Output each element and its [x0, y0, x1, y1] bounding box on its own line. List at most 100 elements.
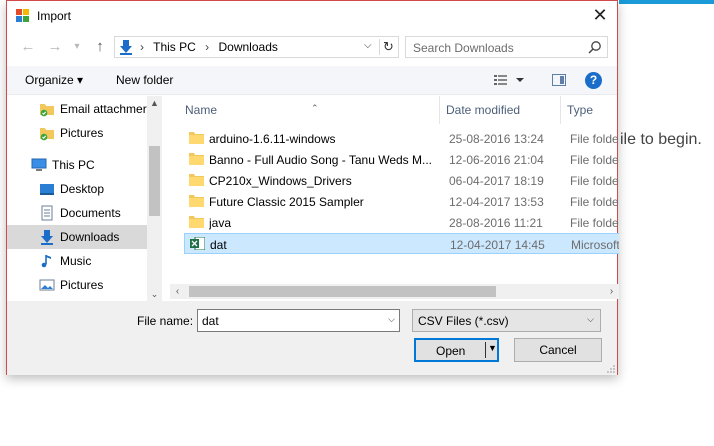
- desktop-icon: [40, 184, 54, 195]
- scrollbar-thumb[interactable]: [189, 286, 496, 297]
- search-box[interactable]: Search Downloads: [405, 36, 608, 58]
- column-divider[interactable]: [560, 96, 561, 124]
- documents-icon: [41, 205, 53, 221]
- preview-pane-icon[interactable]: [552, 74, 566, 86]
- nav-item-desktop[interactable]: Desktop: [7, 178, 147, 200]
- split-divider: [485, 342, 486, 358]
- file-row-selected[interactable]: dat 12-04-2017 14:45 Microsoft: [184, 233, 619, 254]
- breadcrumb-separator: ›: [205, 40, 210, 54]
- open-options-chevron-icon[interactable]: ▼: [488, 343, 497, 353]
- nav-item-this-pc[interactable]: This PC: [7, 154, 147, 176]
- file-name: java: [209, 216, 232, 230]
- file-date: 28-08-2016 11:21: [449, 216, 543, 230]
- computer-icon: [31, 158, 47, 171]
- download-arrow-icon: [120, 40, 132, 55]
- music-note-icon: [41, 255, 51, 268]
- file-type: Microsoft: [571, 238, 619, 252]
- search-icon: [588, 41, 601, 54]
- refresh-icon[interactable]: ↻: [379, 39, 397, 55]
- file-row[interactable]: Future Classic 2015 Sampler 12-04-2017 1…: [184, 191, 619, 212]
- folder-icon: [189, 153, 204, 165]
- excel-file-icon: [190, 237, 205, 250]
- file-row[interactable]: CP210x_Windows_Drivers 06-04-2017 18:19 …: [184, 170, 619, 191]
- file-name: arduino-1.6.11-windows: [209, 132, 336, 146]
- nav-item-label: Email attachmer: [60, 102, 147, 116]
- folder-icon: [189, 174, 204, 186]
- chevron-down-icon[interactable]: ⌵: [388, 314, 395, 325]
- folder-icon: [189, 132, 204, 144]
- scroll-down-arrow-icon[interactable]: ⌄: [147, 287, 162, 301]
- cancel-button[interactable]: Cancel: [514, 338, 602, 362]
- file-name-field[interactable]: dat ⌵: [197, 309, 400, 332]
- open-button[interactable]: Open ▼: [414, 338, 499, 362]
- scroll-up-arrow-icon[interactable]: ▲: [147, 96, 162, 110]
- nav-pane-scrollbar[interactable]: ▲ ⌄: [147, 96, 162, 301]
- search-placeholder: Search Downloads: [413, 41, 514, 55]
- up-arrow-icon[interactable]: ↑: [90, 37, 110, 57]
- file-row[interactable]: java 28-08-2016 11:21 File folder: [184, 212, 619, 233]
- nav-item-email-attachments[interactable]: Email attachmer: [7, 98, 147, 120]
- title-bar[interactable]: Import ✕: [7, 1, 617, 31]
- dialog-title: Import: [37, 9, 72, 23]
- nav-item-pictures[interactable]: Pictures: [7, 274, 147, 296]
- file-list: ⌃ Name Date modified Type arduino-1.6.11…: [180, 96, 619, 301]
- breadcrumb: › This PC › Downloads: [140, 40, 284, 54]
- back-arrow-icon[interactable]: ←: [18, 37, 38, 57]
- resize-grip-icon[interactable]: [607, 365, 615, 373]
- nav-item-label: Desktop: [60, 182, 105, 196]
- new-folder-button[interactable]: New folder: [116, 73, 173, 87]
- file-date: 12-06-2016 21:04: [449, 153, 544, 167]
- command-bar: Organize ▾ New folder ?: [7, 66, 617, 95]
- breadcrumb-this-pc[interactable]: This PC: [153, 40, 196, 54]
- file-type: File folder: [570, 132, 619, 146]
- file-row[interactable]: arduino-1.6.11-windows 25-08-2016 13:24 …: [184, 128, 619, 149]
- file-name-value: dat: [202, 314, 219, 328]
- nav-item-music[interactable]: Music: [7, 250, 147, 272]
- nav-item-documents[interactable]: Documents: [7, 202, 147, 224]
- nav-item-downloads[interactable]: Downloads: [7, 225, 147, 249]
- address-bar[interactable]: › This PC › Downloads ⌵ ↻: [114, 36, 399, 58]
- file-list-horizontal-scrollbar[interactable]: ‹ ›: [170, 284, 619, 299]
- file-date: 12-04-2017 14:45: [450, 238, 545, 252]
- scrollbar-thumb[interactable]: [149, 146, 160, 216]
- column-header-type[interactable]: Type: [567, 103, 593, 117]
- recent-locations-chevron-icon[interactable]: ▾: [67, 37, 87, 57]
- file-type-value: CSV Files (*.csv): [418, 314, 509, 328]
- scroll-left-arrow-icon[interactable]: ‹: [170, 284, 185, 299]
- chevron-down-icon: ⌵: [587, 314, 594, 324]
- address-history-chevron-icon[interactable]: ⌵: [364, 40, 372, 51]
- folder-check-icon: [40, 104, 54, 117]
- dialog-footer: File name: dat ⌵ CSV Files (*.csv) ⌵ Ope…: [7, 301, 617, 375]
- file-row[interactable]: Banno - Full Audio Song - Tanu Weds M...…: [184, 149, 619, 170]
- organize-button[interactable]: Organize ▾: [25, 73, 83, 87]
- app-icon: [16, 9, 29, 22]
- file-date: 06-04-2017 18:19: [449, 174, 544, 188]
- folder-icon: [189, 216, 204, 228]
- open-button-label: Open: [436, 344, 466, 358]
- column-header-name[interactable]: Name: [185, 103, 217, 117]
- column-header-date-modified[interactable]: Date modified: [446, 103, 520, 117]
- breadcrumb-downloads[interactable]: Downloads: [219, 40, 278, 54]
- nav-item-label: Music: [60, 254, 92, 268]
- help-icon[interactable]: ?: [585, 72, 602, 89]
- file-type: File folder: [570, 153, 619, 167]
- scroll-right-arrow-icon[interactable]: ›: [604, 284, 619, 299]
- background-app-accent-bar: [619, 0, 714, 4]
- file-name: Banno - Full Audio Song - Tanu Weds M...: [209, 153, 433, 167]
- nav-item-label: Documents: [60, 206, 121, 220]
- nav-item-pictures-quick[interactable]: Pictures: [7, 122, 147, 144]
- view-options-icon[interactable]: [494, 73, 524, 87]
- breadcrumb-separator: ›: [140, 40, 144, 54]
- navigation-pane: Email attachmer Pictures This PC Desktop: [7, 96, 162, 301]
- close-icon[interactable]: ✕: [589, 4, 611, 26]
- download-arrow-icon: [41, 230, 53, 245]
- file-type: File folder: [570, 174, 619, 188]
- file-type-select[interactable]: CSV Files (*.csv) ⌵: [412, 309, 601, 332]
- nav-item-label: Pictures: [60, 126, 104, 140]
- file-date: 12-04-2017 13:53: [449, 195, 544, 209]
- file-date: 25-08-2016 13:24: [449, 132, 544, 146]
- column-headers: ⌃ Name Date modified Type: [180, 96, 619, 124]
- column-divider[interactable]: [439, 96, 440, 124]
- sort-caret-icon: ⌃: [311, 103, 319, 113]
- forward-arrow-icon[interactable]: →: [45, 37, 65, 57]
